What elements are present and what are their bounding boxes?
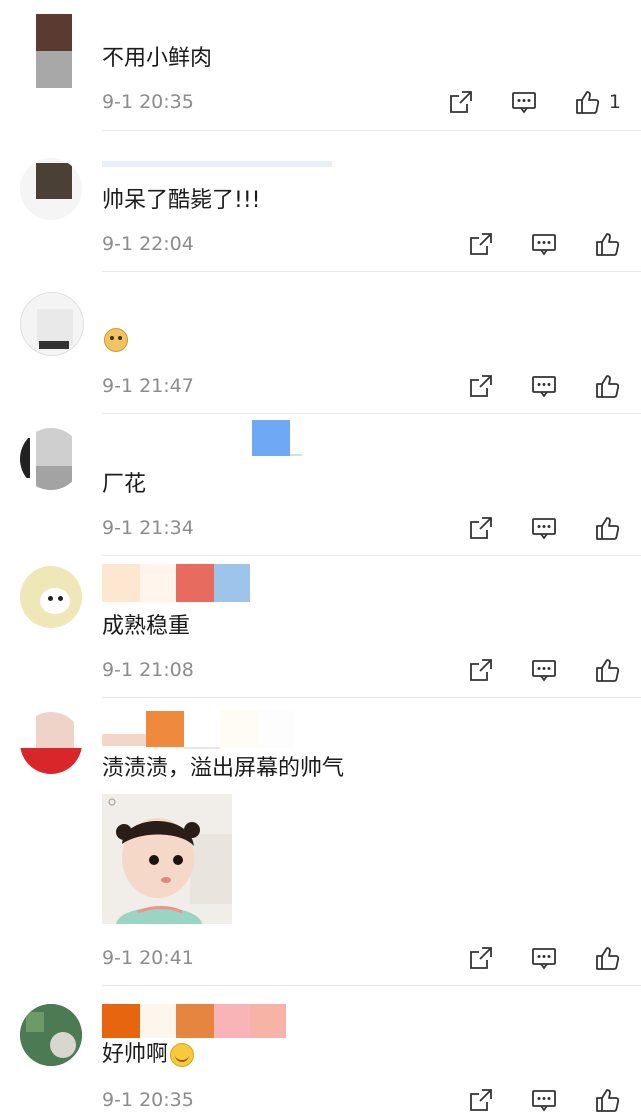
comment-item: 成熟稳重 9-1 21:08 <box>0 556 641 698</box>
share-button[interactable] <box>469 232 493 256</box>
like-button[interactable] <box>595 657 621 683</box>
share-button[interactable] <box>449 90 473 114</box>
thumbs-up-icon <box>596 233 620 256</box>
like-button[interactable] <box>595 1087 621 1113</box>
comment-icon <box>532 660 556 682</box>
share-button[interactable] <box>469 658 493 682</box>
comment-item: 好帅啊 9-1 20:35 <box>0 986 641 1115</box>
share-icon <box>470 659 492 681</box>
like-count: 1 <box>608 91 621 113</box>
avatar[interactable] <box>20 712 82 774</box>
comment-text: 不用小鲜肉 <box>102 46 213 71</box>
share-button[interactable] <box>469 516 493 540</box>
share-button[interactable] <box>469 946 493 970</box>
timestamp: 9-1 21:47 <box>102 375 194 397</box>
dog-emoji <box>104 328 128 352</box>
grin-emoji <box>170 1043 195 1067</box>
share-button[interactable] <box>469 374 493 398</box>
comment-text: 厂花 <box>102 472 147 497</box>
comment-text: 成熟稳重 <box>102 614 191 639</box>
sticker-image <box>102 794 232 924</box>
like-button[interactable] <box>595 373 621 399</box>
share-icon <box>470 1089 492 1111</box>
comment-item: 不用小鲜肉 9-1 20:35 1 <box>0 0 641 131</box>
thumbs-up-icon <box>596 659 620 682</box>
comment-text: 渍渍渍，溢出屏幕的帅气 <box>102 756 345 781</box>
timestamp: 9-1 22:04 <box>102 233 194 255</box>
avatar[interactable] <box>20 1004 82 1066</box>
username-blurred[interactable] <box>102 418 302 458</box>
like-button[interactable] <box>595 515 621 541</box>
comment-text: 帅呆了酷毙了!!! <box>102 188 261 213</box>
thumbs-up-icon <box>596 947 620 970</box>
timestamp: 9-1 20:41 <box>102 947 194 969</box>
comment-item: 厂花 9-1 21:34 <box>0 414 641 556</box>
avatar[interactable] <box>36 14 72 88</box>
comment-icon <box>532 1090 556 1112</box>
share-icon <box>450 91 472 113</box>
thumbs-up-icon <box>596 1089 620 1112</box>
timestamp: 9-1 21:08 <box>102 659 194 681</box>
comment-item: 9-1 21:47 <box>0 272 641 414</box>
comment-icon <box>512 92 536 114</box>
comment-text: 好帅啊 <box>102 1040 195 1070</box>
like-button[interactable]: 1 <box>575 89 621 115</box>
comment-button[interactable] <box>531 374 557 398</box>
comment-item: 帅呆了酷毙了!!! 9-1 22:04 <box>0 130 641 272</box>
comment-icon <box>532 948 556 970</box>
comment-button[interactable] <box>531 946 557 970</box>
comment-icon <box>532 518 556 540</box>
username-blurred[interactable] <box>102 564 250 602</box>
comment-item: 渍渍渍，溢出屏幕的帅气 9-1 20:41 <box>0 698 641 986</box>
username-blurred[interactable] <box>102 709 294 749</box>
avatar[interactable] <box>20 292 84 356</box>
share-icon <box>470 375 492 397</box>
avatar[interactable] <box>20 428 82 490</box>
avatar[interactable] <box>20 158 82 220</box>
avatar[interactable] <box>20 566 82 628</box>
timestamp: 9-1 21:34 <box>102 517 194 539</box>
comment-button[interactable] <box>511 90 537 114</box>
username-blurred[interactable] <box>102 1004 286 1038</box>
thumbs-up-icon <box>576 91 600 114</box>
comment-icon <box>532 234 556 256</box>
comment-button[interactable] <box>531 1088 557 1112</box>
toddler-girl-sticker[interactable] <box>102 794 232 924</box>
thumbs-up-icon <box>596 517 620 540</box>
share-button[interactable] <box>469 1088 493 1112</box>
like-button[interactable] <box>595 231 621 257</box>
comment-text <box>102 328 128 352</box>
share-icon <box>470 233 492 255</box>
comment-button[interactable] <box>531 516 557 540</box>
comment-button[interactable] <box>531 232 557 256</box>
thumbs-up-icon <box>596 375 620 398</box>
timestamp: 9-1 20:35 <box>102 91 194 113</box>
like-button[interactable] <box>595 945 621 971</box>
share-icon <box>470 947 492 969</box>
username-blurred[interactable] <box>102 154 332 174</box>
timestamp: 9-1 20:35 <box>102 1089 194 1111</box>
comment-icon <box>532 376 556 398</box>
share-icon <box>470 517 492 539</box>
comment-button[interactable] <box>531 658 557 682</box>
comment-text-content: 好帅啊 <box>102 1042 169 1067</box>
